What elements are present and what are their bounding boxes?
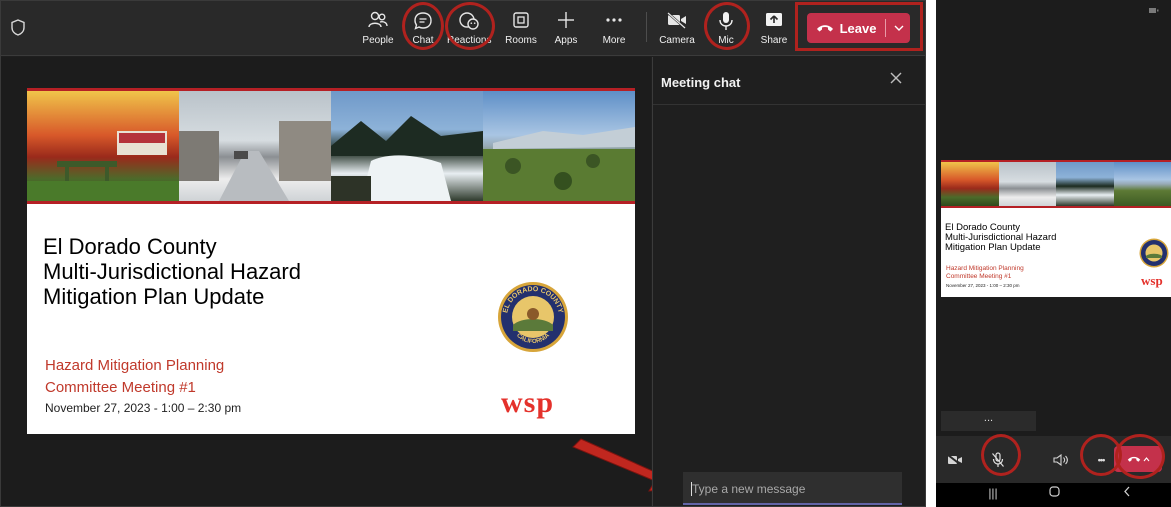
leave-label: Leave bbox=[839, 20, 877, 36]
phone-slide-subtitle-line: Hazard Mitigation Planning bbox=[946, 265, 1024, 272]
waterfall-photo bbox=[331, 91, 483, 201]
wsp-logo: wsp bbox=[501, 386, 555, 419]
back-icon[interactable] bbox=[1112, 486, 1142, 500]
slide-date: November 27, 2023 - 1:00 – 2:30 pm bbox=[45, 401, 242, 415]
teams-desktop-window: People Chat Reactions Rooms Apps More Ca… bbox=[0, 0, 926, 507]
speaker-icon bbox=[1053, 454, 1068, 466]
chat-panel-header: Meeting chat bbox=[653, 57, 925, 105]
slide-subtitle-line: Hazard Mitigation Planning bbox=[45, 357, 225, 374]
slide-photo-banner bbox=[27, 88, 635, 204]
autumn-park-photo bbox=[27, 91, 179, 201]
reactions-label: Reactions bbox=[447, 35, 492, 46]
leave-button[interactable]: Leave bbox=[807, 13, 910, 43]
chevron-up-icon bbox=[1143, 456, 1149, 461]
county-seal-logo bbox=[1139, 238, 1169, 268]
text-cursor bbox=[691, 482, 692, 496]
meeting-toolbar: People Chat Reactions Rooms Apps More Ca… bbox=[1, 1, 925, 56]
chat-label: Chat bbox=[412, 35, 434, 46]
hang-up-icon bbox=[816, 25, 833, 32]
slide-title-line: Multi-Jurisdictional Hazard bbox=[43, 259, 301, 284]
meeting-chat-panel: Meeting chat bbox=[652, 57, 925, 506]
slide-title-line: El Dorado County bbox=[43, 234, 217, 259]
close-icon[interactable] bbox=[888, 70, 904, 86]
waterfall-photo bbox=[1056, 162, 1114, 206]
camera-button[interactable]: Camera bbox=[655, 5, 699, 53]
rooms-label: Rooms bbox=[505, 35, 537, 46]
share-label: Share bbox=[760, 35, 788, 46]
slide-subtitle-line: Committee Meeting #1 bbox=[45, 379, 196, 396]
autumn-park-photo bbox=[941, 162, 999, 206]
screenshot-composite: People Chat Reactions Rooms Apps More Ca… bbox=[0, 0, 1171, 507]
microphone-icon bbox=[719, 12, 733, 30]
rooms-button[interactable]: Rooms bbox=[499, 5, 543, 53]
people-label: People bbox=[362, 35, 394, 46]
mobile-teams-screen: El Dorado County Multi-Jurisdictional Ha… bbox=[936, 0, 1171, 507]
phone-slide-date: November 27, 2023 - 1:00 – 2:30 pm bbox=[946, 283, 1020, 288]
camera-off-icon bbox=[667, 12, 686, 29]
phone-speaker-button[interactable] bbox=[1048, 448, 1074, 472]
people-icon bbox=[368, 11, 388, 28]
phone-slide-title: El Dorado County Multi-Jurisdictional Ha… bbox=[945, 223, 1056, 253]
leave-options-button[interactable] bbox=[887, 13, 910, 43]
camera-label: Camera bbox=[659, 35, 695, 46]
mountain-valley-photo bbox=[1113, 162, 1171, 206]
mic-button[interactable]: Mic bbox=[704, 5, 748, 53]
more-label: More bbox=[602, 35, 626, 46]
meeting-stage: El Dorado County Multi-Jurisdictional Ha… bbox=[1, 57, 682, 506]
phone-call-controls: ••• bbox=[936, 434, 1171, 483]
chat-message-box bbox=[683, 472, 902, 505]
chat-button[interactable]: Chat bbox=[401, 5, 445, 53]
chevron-down-icon bbox=[894, 25, 903, 31]
share-button[interactable]: Share bbox=[752, 5, 796, 53]
phone-shared-slide: El Dorado County Multi-Jurisdictional Ha… bbox=[941, 160, 1171, 297]
apps-label: Apps bbox=[554, 35, 578, 46]
recents-icon[interactable]: ||| bbox=[978, 486, 1008, 500]
slide-title: El Dorado County Multi-Jurisdictional Ha… bbox=[43, 234, 301, 309]
reactions-button[interactable]: Reactions bbox=[447, 5, 491, 53]
apps-button[interactable]: Apps bbox=[544, 5, 588, 53]
county-seal-logo: EL DORADO COUNTY CALIFORNIA bbox=[498, 282, 568, 352]
plus-icon bbox=[558, 12, 574, 28]
microphone-off-icon bbox=[992, 452, 1004, 467]
status-bar bbox=[936, 0, 1171, 20]
android-nav-bar: ||| bbox=[936, 483, 1171, 507]
chat-panel-title: Meeting chat bbox=[661, 75, 741, 90]
phone-hang-up-button[interactable] bbox=[1114, 446, 1162, 472]
phone-camera-button[interactable] bbox=[942, 448, 968, 472]
more-icon bbox=[606, 18, 622, 22]
phone-more-participants[interactable]: ... bbox=[941, 411, 1036, 431]
chat-icon bbox=[414, 12, 432, 30]
snowy-street-photo bbox=[998, 162, 1056, 206]
phone-slide-photo-banner bbox=[941, 160, 1171, 208]
hang-up-icon bbox=[1127, 456, 1140, 462]
slide-subtitle: Hazard Mitigation Planning Committee Mee… bbox=[45, 355, 224, 399]
phone-slide-title-line: Mitigation Plan Update bbox=[945, 242, 1041, 253]
people-button[interactable]: People bbox=[356, 5, 400, 53]
home-icon[interactable] bbox=[1039, 486, 1069, 500]
reactions-icon bbox=[459, 12, 479, 30]
phone-slide-subtitle-line: Committee Meeting #1 bbox=[946, 273, 1012, 280]
phone-slide-subtitle: Hazard Mitigation Planning Committee Mee… bbox=[946, 265, 1024, 281]
share-screen-icon bbox=[766, 13, 782, 26]
leave-divider bbox=[885, 19, 886, 37]
shield-icon bbox=[11, 19, 25, 36]
shared-presentation-slide: El Dorado County Multi-Jurisdictional Ha… bbox=[27, 88, 635, 434]
phone-more-button[interactable]: ••• bbox=[1088, 448, 1114, 472]
snowy-street-photo bbox=[179, 91, 331, 201]
more-button[interactable]: More bbox=[592, 5, 636, 53]
toolbar-divider bbox=[646, 12, 647, 42]
wsp-logo: wsp bbox=[1141, 273, 1163, 288]
phone-mic-button[interactable] bbox=[985, 448, 1011, 472]
slide-title-line: Mitigation Plan Update bbox=[43, 284, 265, 309]
rooms-icon bbox=[513, 12, 529, 28]
camera-off-icon bbox=[947, 454, 962, 466]
battery-icon bbox=[1149, 8, 1159, 13]
more-icon: ••• bbox=[1097, 455, 1106, 465]
mountain-valley-photo bbox=[483, 91, 635, 201]
mic-label: Mic bbox=[718, 35, 734, 46]
chat-message-input[interactable] bbox=[683, 472, 902, 505]
